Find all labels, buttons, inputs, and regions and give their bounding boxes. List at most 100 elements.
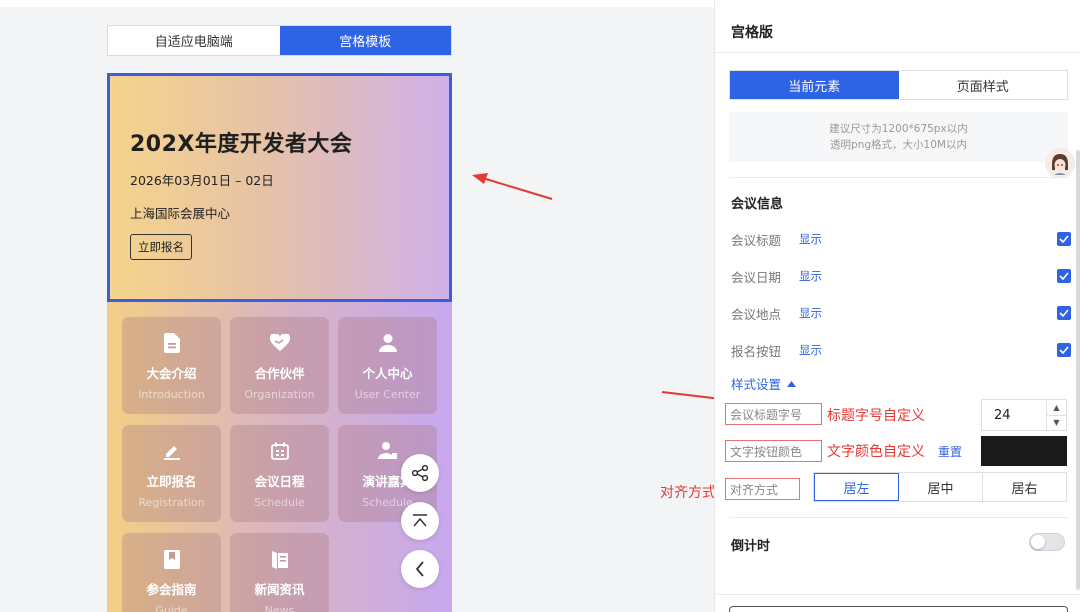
check-icon (1059, 346, 1069, 354)
meeting-info-heading: 会议信息 (731, 197, 784, 212)
alignment-options: 居左 居中 居右 (813, 472, 1067, 502)
tile-name: 新闻资讯 (254, 582, 305, 597)
tile-english: Organization (244, 388, 315, 401)
divider (715, 594, 1080, 595)
checkbox-meeting-date[interactable] (1057, 269, 1071, 283)
field-row-date: 会议日期 显示 (731, 266, 1071, 286)
decrement-icon[interactable]: ▼ (1047, 416, 1066, 431)
upload-hint-size: 建议尺寸为1200*675px以内 (829, 123, 968, 135)
check-icon (1059, 272, 1069, 280)
tile-english: User Center (354, 388, 421, 401)
tile-news[interactable]: 新闻资讯 News (230, 533, 329, 612)
field-label: 会议日期 (731, 269, 782, 285)
annotation-text-color: 文字颜色自定义 (827, 444, 925, 460)
handshake-heart-icon (269, 331, 291, 355)
bottom-input-field[interactable] (729, 606, 1068, 612)
tile-schedule[interactable]: 会议日程 Schedule (230, 425, 329, 522)
divider (729, 177, 1069, 178)
conference-banner[interactable]: 202X年度开发者大会 2026年03月01日 – 02日 上海国际会展中心 立… (107, 73, 452, 302)
conference-title: 202X年度开发者大会 (130, 132, 353, 157)
pen-icon (163, 439, 181, 463)
caret-up-icon (787, 380, 797, 387)
tab-grid-template[interactable]: 宫格模板 (279, 26, 451, 55)
panel-scrollbar[interactable] (1076, 150, 1080, 590)
field-label: 会议地点 (731, 306, 782, 322)
tile-partners[interactable]: 合作伙伴 Organization (230, 317, 329, 414)
share-button[interactable] (401, 454, 439, 492)
conference-place: 上海国际会展中心 (130, 206, 231, 221)
share-icon (411, 464, 429, 482)
field-label: 会议标题 (731, 232, 782, 248)
stepper-arrows: ▲ ▼ (1046, 400, 1066, 430)
tile-name: 大会介绍 (146, 366, 197, 381)
toggle-knob (1031, 535, 1045, 549)
field-visibility-tag: 显示 (799, 269, 822, 283)
calendar-icon (270, 439, 289, 463)
image-upload-area[interactable]: 建议尺寸为1200*675px以内 透明png格式，大小10M以内 (729, 112, 1068, 162)
panel-mode-switch: 当前元素 页面样式 (729, 70, 1068, 100)
tile-english: Schedule (254, 496, 305, 509)
countdown-toggle[interactable] (1029, 533, 1065, 551)
field-row-place: 会议地点 显示 (731, 303, 1071, 323)
checkbox-meeting-title[interactable] (1057, 232, 1071, 246)
increment-icon[interactable]: ▲ (1047, 400, 1066, 416)
checkbox-register-button[interactable] (1057, 343, 1071, 357)
align-right-option[interactable]: 居右 (983, 473, 1066, 501)
to-top-icon (413, 514, 427, 527)
tile-registration[interactable]: 立即报名 Registration (122, 425, 221, 522)
tile-user-center[interactable]: 个人中心 User Center (338, 317, 437, 414)
register-now-button[interactable]: 立即报名 (130, 234, 192, 260)
title-font-size-label: 会议标题字号 (725, 403, 822, 425)
document-icon (163, 331, 180, 355)
mobile-preview: 202X年度开发者大会 2026年03月01日 – 02日 上海国际会展中心 立… (107, 73, 452, 612)
align-center-option[interactable]: 居中 (899, 473, 983, 501)
annotation-arrow-banner (472, 173, 553, 200)
field-visibility-tag: 显示 (799, 306, 822, 320)
annotation-alignment: 对齐方式 (660, 485, 716, 501)
panel-title: 宫格版 (731, 25, 773, 41)
alignment-label: 对齐方式 (725, 478, 800, 500)
tab-adaptive-desktop[interactable]: 自适应电脑端 (108, 26, 280, 55)
tile-name: 个人中心 (362, 366, 413, 381)
tile-name: 参会指南 (146, 582, 197, 597)
conference-date: 2026年03月01日 – 02日 (130, 173, 274, 188)
tile-name: 合作伙伴 (254, 366, 305, 381)
field-label: 报名按钮 (731, 343, 782, 359)
tile-english: News (264, 604, 295, 612)
property-panel: 宫格版 当前元素 页面样式 建议尺寸为1200*675px以内 透明png格式，… (714, 0, 1080, 612)
tile-guide[interactable]: 参会指南 Guide (122, 533, 221, 612)
speaker-icon (377, 439, 398, 463)
user-icon (378, 331, 398, 355)
back-to-top-button[interactable] (401, 502, 439, 540)
style-settings-toggle[interactable]: 样式设置 (731, 374, 797, 393)
chevron-left-icon (415, 561, 424, 577)
color-picker-swatch[interactable] (981, 436, 1067, 466)
back-button[interactable] (401, 550, 439, 588)
news-icon (271, 547, 289, 571)
style-settings-label: 样式设置 (731, 377, 782, 392)
check-icon (1059, 235, 1069, 243)
field-visibility-tag: 显示 (799, 232, 822, 246)
reset-color-link[interactable]: 重置 (938, 443, 962, 460)
checkbox-meeting-place[interactable] (1057, 306, 1071, 320)
divider (729, 517, 1069, 518)
assistant-avatar[interactable] (1045, 148, 1075, 178)
check-icon (1059, 309, 1069, 317)
tile-name: 立即报名 (146, 474, 197, 489)
divider (715, 52, 1080, 53)
align-left-option[interactable]: 居左 (814, 473, 899, 501)
field-row-title: 会议标题 显示 (731, 229, 1071, 249)
tab-page-style[interactable]: 页面样式 (899, 71, 1068, 99)
upload-hint-format: 透明png格式，大小10M以内 (830, 139, 967, 151)
avatar-icon (1045, 148, 1075, 178)
tile-introduction[interactable]: 大会介绍 Introduction (122, 317, 221, 414)
font-size-value: 24 (994, 407, 1011, 423)
canvas-tabs: 自适应电脑端 宫格模板 (107, 25, 452, 56)
bookmark-icon (163, 547, 180, 571)
tab-current-element[interactable]: 当前元素 (730, 71, 899, 99)
field-row-register: 报名按钮 显示 (731, 340, 1071, 360)
tile-english: Guide (155, 604, 188, 612)
title-font-size-stepper[interactable]: 24 ▲ ▼ (981, 399, 1067, 431)
tile-english: Introduction (138, 388, 205, 401)
field-visibility-tag: 显示 (799, 343, 822, 357)
